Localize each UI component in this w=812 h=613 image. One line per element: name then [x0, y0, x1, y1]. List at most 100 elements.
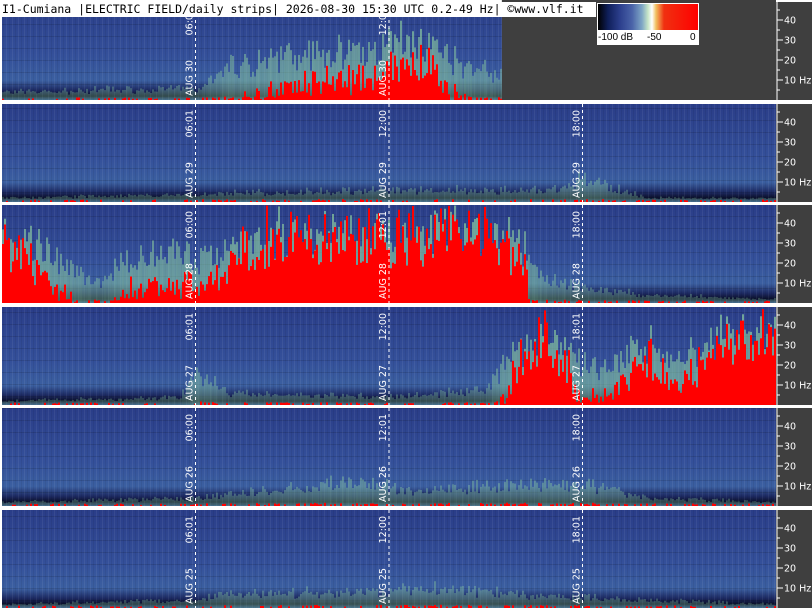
noise-column: [428, 493, 430, 506]
noise-column: [474, 585, 476, 608]
floor-speck: [212, 199, 214, 202]
noise-column: [162, 87, 164, 100]
hour-label: 18:00: [572, 211, 583, 238]
noise-column: [408, 393, 410, 405]
burst-column: [514, 266, 516, 303]
freq-tick-label: 40: [784, 118, 796, 129]
floor-speck: [742, 402, 744, 405]
noise-column: [536, 482, 538, 506]
floor-speck: [772, 401, 774, 405]
floor-speck: [632, 300, 634, 303]
floor-speck: [714, 503, 716, 506]
floor-speck: [86, 504, 88, 506]
noise-column: [432, 395, 434, 405]
noise-column: [68, 400, 70, 405]
floor-speck: [94, 402, 96, 405]
noise-column: [494, 486, 496, 506]
noise-column: [32, 500, 34, 506]
floor-speck: [476, 97, 478, 100]
date-label: AUG 26: [572, 466, 583, 502]
burst-column: [228, 265, 230, 303]
noise-column: [488, 76, 490, 100]
noise-column: [650, 598, 652, 608]
noise-column: [172, 195, 174, 202]
noise-column: [540, 270, 542, 303]
noise-column: [416, 491, 418, 506]
floor-speck: [344, 200, 346, 202]
noise-column: [156, 498, 158, 506]
noise-column: [158, 85, 160, 100]
noise-column: [178, 85, 180, 100]
noise-column: [630, 193, 632, 202]
floor-speck: [484, 403, 486, 405]
floor-speck: [490, 503, 492, 506]
floor-speck: [634, 301, 636, 303]
noise-column: [676, 499, 678, 506]
noise-column: [464, 187, 466, 202]
burst-column: [154, 277, 156, 303]
floor-speck: [104, 301, 106, 303]
floor-speck: [312, 200, 314, 202]
noise-column: [454, 192, 456, 202]
burst-column: [486, 218, 488, 303]
noise-column: [626, 189, 628, 202]
floor-speck: [560, 301, 562, 303]
noise-column: [310, 591, 312, 608]
noise-column: [734, 299, 736, 303]
noise-column: [290, 395, 292, 405]
floor-speck: [694, 606, 696, 608]
noise-column: [402, 190, 404, 202]
floor-speck: [140, 504, 142, 506]
legend-label-max: 0: [690, 32, 696, 43]
floor-speck: [596, 606, 598, 608]
burst-column: [26, 254, 28, 303]
floor-speck: [214, 98, 216, 100]
floor-speck: [234, 199, 236, 202]
noise-column: [418, 590, 420, 608]
noise-column: [20, 604, 22, 608]
noise-column: [596, 598, 598, 608]
floor-speck: [498, 300, 500, 303]
noise-column: [250, 194, 252, 202]
noise-column: [160, 603, 162, 608]
noise-column: [514, 593, 516, 608]
noise-column: [762, 299, 764, 303]
floor-speck: [364, 297, 366, 303]
floor-speck: [268, 403, 270, 405]
noise-column: [638, 495, 640, 506]
burst-column: [392, 80, 394, 100]
floor-speck: [52, 403, 54, 405]
floor-speck: [154, 403, 156, 405]
floor-speck: [460, 605, 462, 608]
noise-column: [78, 275, 80, 303]
burst-column: [238, 258, 240, 303]
burst-column: [488, 238, 490, 303]
floor-speck: [578, 300, 580, 303]
noise-column: [290, 194, 292, 202]
burst-column: [134, 290, 136, 303]
burst-column: [478, 213, 480, 303]
burst-column: [316, 244, 318, 303]
burst-column: [300, 230, 302, 303]
floor-speck: [350, 301, 352, 303]
noise-column: [548, 188, 550, 202]
noise-column: [20, 502, 22, 506]
noise-column: [258, 492, 260, 506]
noise-column: [236, 495, 238, 506]
noise-column: [530, 263, 532, 303]
floor-speck: [40, 301, 42, 303]
color-scale-bar: [598, 4, 698, 30]
floor-speck: [710, 401, 712, 405]
floor-speck: [480, 605, 482, 608]
noise-column: [366, 396, 368, 405]
noise-column: [640, 194, 642, 202]
floor-speck: [748, 503, 750, 506]
floor-speck: [636, 200, 638, 202]
floor-speck: [568, 301, 570, 303]
burst-column: [430, 244, 432, 303]
floor-speck: [160, 503, 162, 506]
floor-speck: [470, 605, 472, 608]
floor-speck: [540, 605, 542, 608]
noise-column: [548, 479, 550, 506]
floor-speck: [404, 301, 406, 303]
